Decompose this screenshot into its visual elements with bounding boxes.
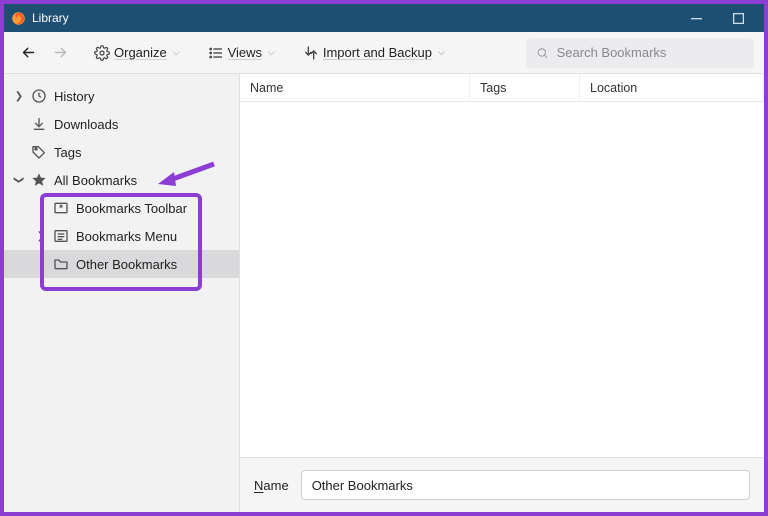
- column-name[interactable]: Name: [240, 74, 470, 101]
- search-icon: [536, 46, 549, 60]
- titlebar: Library: [4, 4, 764, 32]
- sidebar-item-tags[interactable]: Tags: [4, 138, 239, 166]
- bookmarks-list[interactable]: [240, 102, 764, 458]
- maximize-button[interactable]: [724, 4, 752, 32]
- gear-icon: [94, 45, 110, 61]
- bookmarks-menu-icon: [52, 227, 70, 245]
- column-headers: Name Tags Location: [240, 74, 764, 102]
- list-icon: [208, 45, 224, 61]
- chevron-down-icon: ⌵: [268, 47, 275, 58]
- tag-icon: [30, 143, 48, 161]
- star-icon: [30, 171, 48, 189]
- details-name-input[interactable]: [301, 470, 750, 500]
- bookmarks-toolbar-icon: [52, 199, 70, 217]
- search-box[interactable]: [526, 38, 754, 68]
- details-pane: Name: [240, 458, 764, 512]
- tree-label: Bookmarks Toolbar: [76, 201, 187, 216]
- import-backup-menu[interactable]: Import and Backup ⌵: [297, 41, 451, 65]
- collapse-icon[interactable]: ❯: [12, 173, 26, 187]
- tree-label: All Bookmarks: [54, 173, 137, 188]
- organize-label: Organize: [114, 45, 167, 60]
- toolbar: Organize ⌵ Views ⌵ Import and Backup ⌵: [4, 32, 764, 74]
- expand-icon[interactable]: ❯: [34, 229, 48, 243]
- forward-button[interactable]: [46, 39, 74, 67]
- clock-icon: [30, 87, 48, 105]
- chevron-down-icon: ⌵: [438, 47, 445, 58]
- sidebar-item-other-bookmarks[interactable]: Other Bookmarks: [4, 250, 239, 278]
- views-menu[interactable]: Views ⌵: [202, 41, 281, 65]
- content-area: ❯ History Downloads Tags ❯ All Bookmarks…: [4, 74, 764, 512]
- minimize-button[interactable]: [682, 4, 710, 32]
- expand-icon[interactable]: ❯: [12, 89, 26, 103]
- import-export-icon: [303, 45, 319, 61]
- download-icon: [30, 115, 48, 133]
- import-backup-label: Import and Backup: [323, 45, 432, 60]
- tree-label: Bookmarks Menu: [76, 229, 177, 244]
- views-label: Views: [228, 45, 262, 60]
- column-tags[interactable]: Tags: [470, 74, 580, 101]
- search-input[interactable]: [557, 45, 744, 60]
- sidebar: ❯ History Downloads Tags ❯ All Bookmarks…: [4, 74, 240, 512]
- window-title: Library: [32, 11, 682, 25]
- sidebar-item-downloads[interactable]: Downloads: [4, 110, 239, 138]
- tree-label: Tags: [54, 145, 81, 160]
- sidebar-item-bookmarks-toolbar[interactable]: Bookmarks Toolbar: [4, 194, 239, 222]
- organize-menu[interactable]: Organize ⌵: [88, 41, 186, 65]
- details-name-label: Name: [254, 478, 289, 493]
- folder-icon: [52, 255, 70, 273]
- sidebar-item-bookmarks-menu[interactable]: ❯ Bookmarks Menu: [4, 222, 239, 250]
- main-panel: Name Tags Location Name: [240, 74, 764, 512]
- column-location[interactable]: Location: [580, 74, 764, 101]
- firefox-icon: [10, 10, 26, 26]
- back-button[interactable]: [14, 39, 42, 67]
- sidebar-item-all-bookmarks[interactable]: ❯ All Bookmarks: [4, 166, 239, 194]
- tree-label: Downloads: [54, 117, 118, 132]
- window-controls: [682, 4, 758, 32]
- library-window: Library Organize ⌵ Views ⌵ Import and Ba…: [4, 4, 764, 512]
- tree-label: Other Bookmarks: [76, 257, 177, 272]
- chevron-down-icon: ⌵: [173, 47, 180, 58]
- tree-label: History: [54, 89, 94, 104]
- sidebar-item-history[interactable]: ❯ History: [4, 82, 239, 110]
